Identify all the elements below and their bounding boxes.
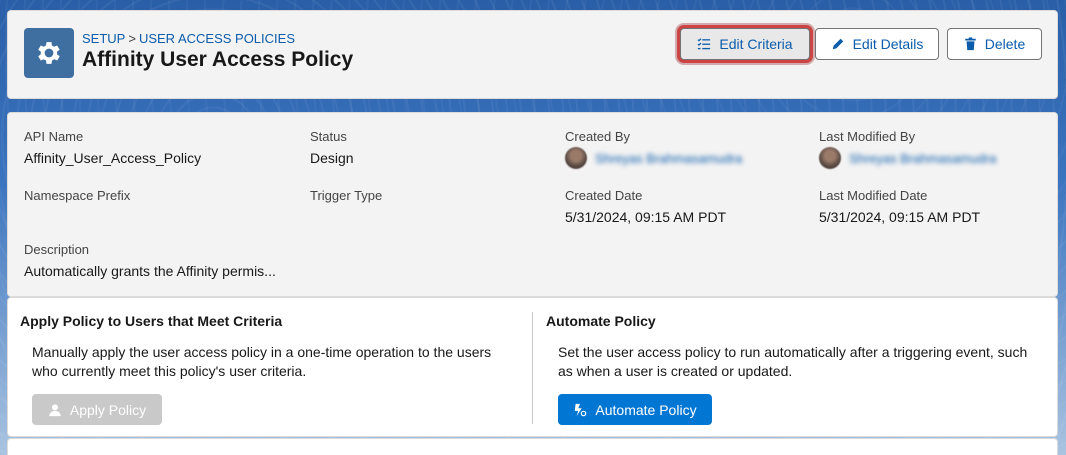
edit-details-label: Edit Details [852, 36, 924, 52]
last-modified-by-label: Last Modified By [819, 129, 916, 144]
apply-policy-label: Apply Policy [69, 401, 147, 418]
delete-button[interactable]: Delete [947, 28, 1042, 60]
details-panel: API Name Affinity_User_Access_Policy Sta… [7, 112, 1058, 297]
breadcrumb-user-access-policies[interactable]: USER ACCESS POLICIES [139, 31, 295, 46]
apply-policy-button[interactable]: Apply Policy [32, 394, 162, 425]
description-label: Description [24, 242, 90, 257]
avatar [565, 147, 587, 169]
description-value: Automatically grants the Affinity permis… [24, 263, 276, 279]
breadcrumb: SETUP > USER ACCESS POLICIES [82, 31, 295, 46]
edit-details-button[interactable]: Edit Details [815, 28, 939, 60]
apply-policy-title: Apply Policy to Users that Meet Criteria [20, 313, 283, 329]
trigger-type-label: Trigger Type [310, 188, 383, 203]
page-header: SETUP > USER ACCESS POLICIES Affinity User… [7, 10, 1058, 99]
edit-criteria-button[interactable]: Edit Criteria [680, 28, 810, 60]
created-by-label: Created By [565, 129, 631, 144]
automate-policy-button[interactable]: Automate Policy [558, 394, 712, 425]
trash-icon [965, 37, 976, 51]
automate-policy-label: Automate Policy [595, 401, 697, 418]
delete-label: Delete [984, 36, 1026, 52]
last-modified-date-label: Last Modified Date [819, 188, 928, 203]
avatar [819, 147, 841, 169]
status-label: Status [310, 129, 347, 144]
section-divider [532, 312, 533, 424]
automation-icon [575, 403, 587, 416]
created-by-name[interactable]: Shreyas Brahmasamudra [595, 151, 742, 166]
apply-policy-description: Manually apply the user access policy in… [32, 344, 492, 379]
api-name-value: Affinity_User_Access_Policy [24, 150, 202, 166]
breadcrumb-setup[interactable]: SETUP [82, 31, 125, 46]
pencil-icon [832, 38, 843, 50]
list-checks-icon [697, 38, 711, 50]
created-date-label: Created Date [565, 188, 643, 203]
policy-actions-panel: Apply Policy to Users that Meet Criteria… [7, 297, 1058, 437]
created-by-user[interactable]: Shreyas Brahmasamudra [565, 147, 742, 169]
page-title: Affinity User Access Policy [82, 48, 354, 71]
last-modified-by-name[interactable]: Shreyas Brahmasamudra [849, 151, 996, 166]
breadcrumb-separator: > [128, 31, 136, 46]
api-name-label: API Name [24, 129, 84, 144]
namespace-prefix-label: Namespace Prefix [24, 188, 131, 203]
last-modified-date-value: 5/31/2024, 09:15 AM PDT [819, 209, 981, 225]
gear-icon [24, 28, 74, 78]
created-date-value: 5/31/2024, 09:15 AM PDT [565, 209, 727, 225]
last-modified-by-user[interactable]: Shreyas Brahmasamudra [819, 147, 996, 169]
edit-criteria-label: Edit Criteria [719, 36, 793, 52]
status-value: Design [310, 150, 354, 166]
automate-policy-description: Set the user access policy to run automa… [558, 344, 1028, 379]
user-icon [49, 403, 61, 416]
automate-policy-title: Automate Policy [546, 313, 656, 329]
next-panel [7, 438, 1058, 455]
